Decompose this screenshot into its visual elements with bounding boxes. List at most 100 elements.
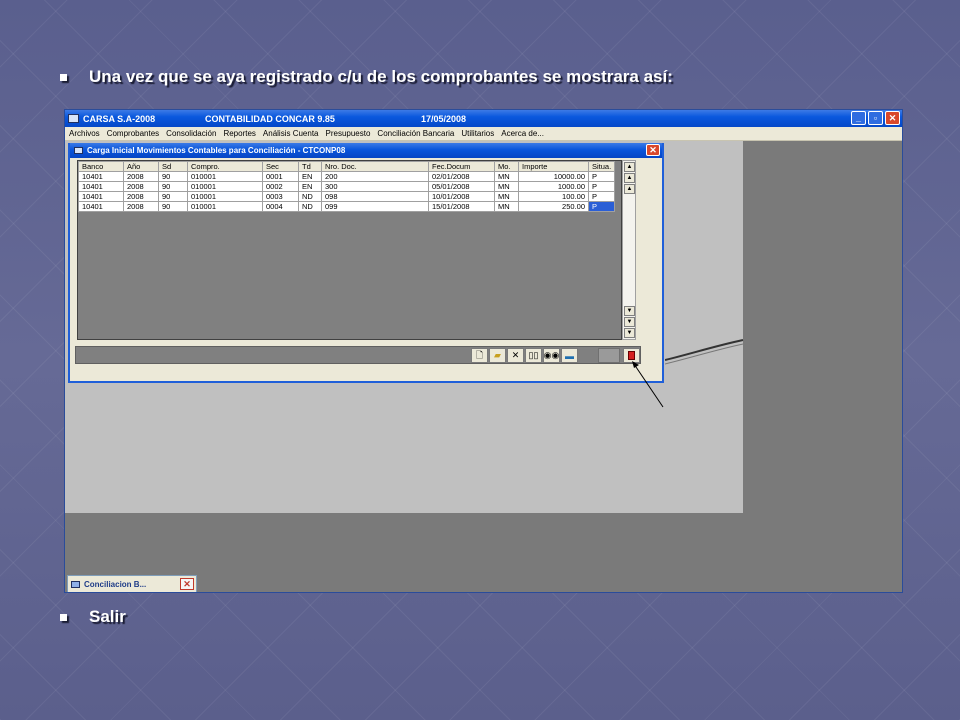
- col-sd[interactable]: Sd: [158, 161, 188, 172]
- col-sec[interactable]: Sec: [262, 161, 299, 172]
- cell-td[interactable]: EN: [298, 171, 322, 182]
- cell-sec[interactable]: 0004: [262, 201, 299, 212]
- cell-sd[interactable]: 90: [158, 191, 188, 202]
- scroll-page-up-icon[interactable]: ▲: [624, 173, 635, 183]
- scroll-page-down-icon[interactable]: ▼: [624, 317, 635, 327]
- print-icon[interactable]: ▬: [561, 348, 578, 363]
- table-row[interactable]: 10401 2008 90 010001 0004 ND 099 15/01/2…: [78, 201, 616, 212]
- app-title-system: CONTABILIDAD CONCAR 9.85: [205, 113, 335, 124]
- scroll-up-icon[interactable]: ▲: [624, 184, 635, 194]
- cell-compro[interactable]: 010001: [187, 201, 263, 212]
- cell-anio[interactable]: 2008: [123, 181, 159, 192]
- cell-sec[interactable]: 0001: [262, 171, 299, 182]
- binoculars-icon[interactable]: ◉◉: [543, 348, 560, 363]
- menu-analisis-cuenta[interactable]: Análisis Cuenta: [263, 129, 319, 138]
- minimize-button[interactable]: _: [851, 111, 866, 125]
- cell-compro[interactable]: 010001: [187, 171, 263, 182]
- new-icon[interactable]: 🗋: [471, 348, 488, 363]
- col-td[interactable]: Td: [298, 161, 322, 172]
- menu-consolidacion[interactable]: Consolidación: [166, 129, 216, 138]
- cell-sec[interactable]: 0002: [262, 181, 299, 192]
- cell-sd[interactable]: 90: [158, 171, 188, 182]
- open-folder-icon[interactable]: ▰: [489, 348, 506, 363]
- cell-sec[interactable]: 0003: [262, 191, 299, 202]
- cell-banco[interactable]: 10401: [78, 171, 124, 182]
- movements-table: Banco Año Sd Compro. Sec Td Nro. Doc. Fe…: [78, 161, 616, 212]
- close-button[interactable]: ✕: [885, 111, 900, 125]
- menu-presupuesto[interactable]: Presupuesto: [326, 129, 371, 138]
- cell-importe[interactable]: 1000.00: [518, 181, 589, 192]
- table-row[interactable]: 10401 2008 90 010001 0003 ND 098 10/01/2…: [78, 191, 616, 202]
- app-titlebar[interactable]: CARSA S.A-2008 CONTABILIDAD CONCAR 9.85 …: [65, 110, 902, 127]
- cell-situa[interactable]: P: [587, 171, 616, 182]
- menu-comprobantes[interactable]: Comprobantes: [107, 129, 159, 138]
- cell-fec-docum[interactable]: 05/01/2008: [428, 181, 495, 192]
- cell-anio[interactable]: 2008: [123, 201, 159, 212]
- menu-utilitarios[interactable]: Utilitarios: [461, 129, 494, 138]
- cell-td[interactable]: ND: [298, 191, 322, 202]
- col-importe[interactable]: Importe: [518, 161, 589, 172]
- col-nro-doc[interactable]: Nro. Doc.: [321, 161, 429, 172]
- menu-archivos[interactable]: Archivos: [69, 129, 100, 138]
- book-icon[interactable]: ▯▯: [525, 348, 542, 363]
- app-title-company: CARSA S.A-2008: [83, 113, 156, 124]
- cell-fec-docum[interactable]: 10/01/2008: [428, 191, 495, 202]
- cell-situa[interactable]: P: [587, 191, 616, 202]
- window-icon: [71, 580, 80, 588]
- col-fec-docum[interactable]: Fec.Docum: [428, 161, 495, 172]
- cell-anio[interactable]: 2008: [123, 191, 159, 202]
- cell-compro[interactable]: 010001: [187, 181, 263, 192]
- dialog-icon: [74, 147, 83, 154]
- cell-importe[interactable]: 10000.00: [518, 171, 589, 182]
- cell-anio[interactable]: 2008: [123, 171, 159, 182]
- cell-sd[interactable]: 90: [158, 201, 188, 212]
- scroll-last-icon[interactable]: ▼: [624, 328, 635, 338]
- taskbar-close-icon[interactable]: ✕: [180, 578, 194, 590]
- dialog-toolbar: 🗋 ▰ ✕ ▯▯ ◉◉ ▬: [75, 346, 641, 364]
- cell-mo[interactable]: MN: [494, 171, 519, 182]
- cell-situa[interactable]: P: [587, 181, 616, 192]
- menu-conciliacion-bancaria[interactable]: Conciliación Bancaria: [377, 129, 454, 138]
- table-row[interactable]: 10401 2008 90 010001 0001 EN 200 02/01/2…: [78, 171, 616, 182]
- col-anio[interactable]: Año: [123, 161, 159, 172]
- table-row[interactable]: 10401 2008 90 010001 0002 EN 300 05/01/2…: [78, 181, 616, 192]
- cell-td[interactable]: EN: [298, 181, 322, 192]
- exit-door-icon[interactable]: [623, 348, 640, 363]
- dialog-titlebar[interactable]: Carga Inicial Movimientos Contables para…: [70, 143, 662, 158]
- cell-fec-docum[interactable]: 15/01/2008: [428, 201, 495, 212]
- cell-compro[interactable]: 010001: [187, 191, 263, 202]
- taskbar-tab-label: Conciliacion B...: [84, 579, 147, 589]
- cell-nro-doc[interactable]: 300: [321, 181, 429, 192]
- cell-td[interactable]: ND: [298, 201, 322, 212]
- cell-nro-doc[interactable]: 099: [321, 201, 429, 212]
- cell-nro-doc[interactable]: 098: [321, 191, 429, 202]
- scroll-first-icon[interactable]: ▲: [624, 162, 635, 172]
- cell-mo[interactable]: MN: [494, 181, 519, 192]
- cell-banco[interactable]: 10401: [78, 201, 124, 212]
- menu-reportes[interactable]: Reportes: [223, 129, 255, 138]
- cell-situa-selected[interactable]: P: [587, 201, 616, 212]
- col-situa[interactable]: Situa.: [587, 161, 616, 172]
- cell-mo[interactable]: MN: [494, 191, 519, 202]
- restore-button[interactable]: ▫: [868, 111, 883, 125]
- cell-mo[interactable]: MN: [494, 201, 519, 212]
- dialog-close-button[interactable]: ✕: [646, 144, 660, 156]
- app-icon: [68, 114, 79, 123]
- col-compro[interactable]: Compro.: [187, 161, 263, 172]
- dialog-title: Carga Inicial Movimientos Contables para…: [87, 146, 346, 155]
- delete-icon[interactable]: ✕: [507, 348, 524, 363]
- cell-importe[interactable]: 100.00: [518, 191, 589, 202]
- menu-acerca-de[interactable]: Acerca de...: [501, 129, 544, 138]
- col-banco[interactable]: Banco: [78, 161, 124, 172]
- cell-nro-doc[interactable]: 200: [321, 171, 429, 182]
- cell-importe[interactable]: 250.00: [518, 201, 589, 212]
- app-title-date: 17/05/2008: [421, 113, 467, 124]
- grid-vertical-scrollbar[interactable]: ▲ ▲ ▲ ▼ ▼ ▼: [622, 160, 636, 340]
- cell-banco[interactable]: 10401: [78, 191, 124, 202]
- taskbar-tab-conciliacion[interactable]: Conciliacion B... ✕: [67, 575, 197, 592]
- cell-sd[interactable]: 90: [158, 181, 188, 192]
- cell-fec-docum[interactable]: 02/01/2008: [428, 171, 495, 182]
- scroll-down-icon[interactable]: ▼: [624, 306, 635, 316]
- col-mo[interactable]: Mo.: [494, 161, 519, 172]
- cell-banco[interactable]: 10401: [78, 181, 124, 192]
